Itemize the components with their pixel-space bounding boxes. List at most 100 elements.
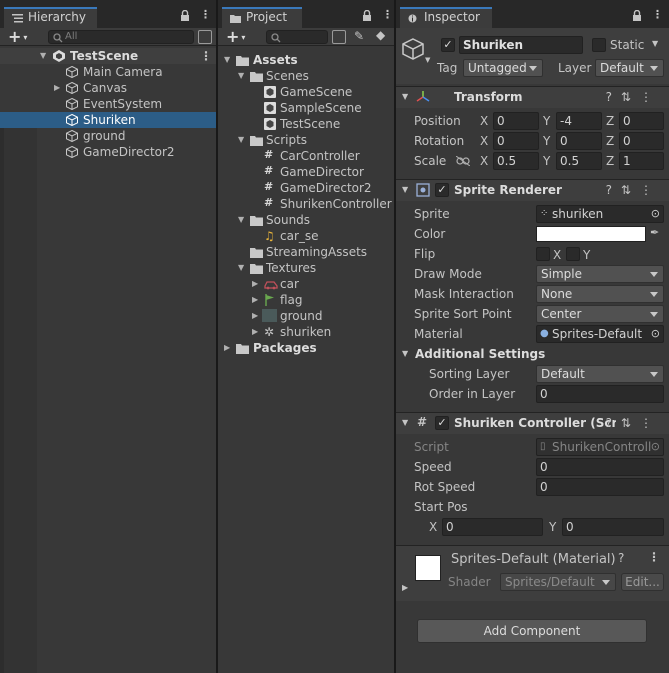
folder-row-sounds[interactable]: ▼ Sounds	[218, 212, 394, 228]
start-pos-x-field[interactable]: 0	[442, 518, 543, 536]
expand-arrow-icon[interactable]: ▶	[54, 80, 60, 96]
speed-field[interactable]: 0	[536, 458, 664, 476]
create-button[interactable]: + ▾	[8, 28, 27, 46]
foldout-arrow-icon[interactable]: ▼	[402, 92, 408, 101]
position-y-field[interactable]: -4	[556, 112, 602, 130]
kebab-menu-icon[interactable]: ⋮	[652, 8, 663, 21]
scene-row[interactable]: ▼ TestScene ⋮	[0, 48, 216, 64]
position-x-field[interactable]: 0	[493, 112, 539, 130]
position-z-field[interactable]: 0	[619, 112, 664, 130]
flip-y-checkbox[interactable]	[566, 247, 580, 261]
rotation-y-field[interactable]: 0	[556, 132, 602, 150]
asset-texture[interactable]: ▶ ground	[218, 308, 394, 324]
expand-arrow-icon[interactable]: ▶	[252, 324, 258, 340]
asset-script[interactable]: # GameDirector2	[218, 180, 394, 196]
layer-dropdown[interactable]: Default	[595, 59, 664, 77]
create-button[interactable]: + ▾	[226, 28, 245, 46]
static-dropdown-icon[interactable]: ▼	[652, 39, 658, 48]
expand-arrow-icon[interactable]: ▶	[252, 292, 258, 308]
lock-icon[interactable]	[362, 9, 372, 24]
tab-hierarchy[interactable]: Hierarchy	[4, 7, 97, 28]
link-scale-icon[interactable]	[455, 155, 471, 169]
collapse-arrow-icon[interactable]: ▼	[238, 132, 244, 148]
icon-dropdown-icon[interactable]: ▼	[425, 56, 430, 64]
asset-scene[interactable]: SampleScene	[218, 100, 394, 116]
folder-row-packages[interactable]: ▶ Packages	[218, 340, 394, 356]
axis-z-label[interactable]: Z	[606, 152, 614, 170]
scale-z-field[interactable]: 1	[619, 152, 664, 170]
hierarchy-item-selected[interactable]: Shuriken	[0, 112, 216, 128]
rotation-z-field[interactable]: 0	[619, 132, 664, 150]
sprite-object-field[interactable]: ⁘ shuriken ⊙	[536, 205, 664, 223]
asset-script[interactable]: # ShurikenController	[218, 196, 394, 212]
scene-visibility-icon[interactable]	[198, 30, 212, 44]
folder-row-scripts[interactable]: ▼ Scripts	[218, 132, 394, 148]
foldout-arrow-icon[interactable]: ▼	[402, 185, 408, 194]
flip-x-checkbox[interactable]	[536, 247, 550, 261]
axis-y-label[interactable]: Y	[543, 112, 550, 130]
object-name-field[interactable]: Shuriken	[459, 36, 583, 54]
additional-settings-label[interactable]: Additional Settings	[415, 345, 545, 363]
object-picker-icon[interactable]: ⊙	[651, 206, 660, 222]
folder-row-assets[interactable]: ▼ Assets	[218, 52, 394, 68]
gameobject-cube-icon[interactable]	[402, 38, 424, 63]
folder-row-textures[interactable]: ▼ Textures	[218, 260, 394, 276]
asset-script[interactable]: # GameDirector	[218, 164, 394, 180]
search-input[interactable]: All	[48, 30, 194, 44]
sprite-renderer-header[interactable]: ▼ ✓ Sprite Renderer ?⇅⋮	[396, 179, 669, 201]
transform-header[interactable]: ▼ Transform ?⇅⋮	[396, 86, 669, 108]
tab-inspector[interactable]: Inspector	[400, 7, 492, 28]
rotation-x-field[interactable]: 0	[493, 132, 539, 150]
sort-point-dropdown[interactable]: Center	[536, 305, 664, 323]
asset-audio[interactable]: ♫ car_se	[218, 228, 394, 244]
expand-arrow-icon[interactable]: ▶	[224, 340, 230, 356]
collapse-arrow-icon[interactable]: ▼	[238, 260, 244, 276]
order-in-layer-field[interactable]: 0	[536, 385, 664, 403]
axis-y-label[interactable]: Y	[543, 152, 550, 170]
search-input[interactable]	[266, 30, 328, 44]
enabled-checkbox[interactable]: ✓	[435, 416, 449, 430]
mask-interaction-dropdown[interactable]: None	[536, 285, 664, 303]
enabled-checkbox[interactable]: ✓	[435, 183, 449, 197]
foldout-arrow-icon[interactable]: ▼	[402, 418, 408, 427]
component-actions[interactable]: ?⇅⋮	[606, 183, 661, 197]
collapse-arrow-icon[interactable]: ▼	[40, 48, 46, 64]
material-object-field[interactable]: ● Sprites-Default ⊙	[536, 325, 664, 343]
kebab-menu-icon[interactable]: ⋮	[200, 8, 211, 21]
eyedropper-icon[interactable]: ✒	[650, 226, 659, 239]
axis-y-label[interactable]: Y	[543, 132, 550, 150]
hierarchy-item[interactable]: Main Camera	[0, 64, 216, 80]
draw-mode-dropdown[interactable]: Simple	[536, 265, 664, 283]
expand-arrow-icon[interactable]: ▶	[252, 308, 258, 324]
tag-icon[interactable]: ◆	[376, 28, 385, 42]
asset-texture[interactable]: ▶ car	[218, 276, 394, 292]
axis-x-label[interactable]: X	[480, 112, 488, 130]
component-actions[interactable]: ?⇅⋮	[606, 416, 661, 430]
folder-row-scenes[interactable]: ▼ Scenes	[218, 68, 394, 84]
folder-row-streaming[interactable]: StreamingAssets	[218, 244, 394, 260]
scale-y-field[interactable]: 0.5	[556, 152, 602, 170]
asset-scene[interactable]: TestScene	[218, 116, 394, 132]
search-by-type-icon[interactable]	[332, 30, 346, 44]
expand-arrow-icon[interactable]: ▶	[252, 276, 258, 292]
axis-x-label[interactable]: X	[480, 132, 488, 150]
collapse-arrow-icon[interactable]: ▼	[238, 68, 244, 84]
script-component-header[interactable]: ▼ # ✓ Shuriken Controller (Scrip ?⇅⋮	[396, 412, 669, 434]
component-actions[interactable]: ?⇅⋮	[606, 90, 661, 104]
kebab-menu-icon[interactable]: ⋮	[382, 8, 393, 21]
start-pos-y-field[interactable]: 0	[562, 518, 664, 536]
asset-texture[interactable]: ▶ flag	[218, 292, 394, 308]
hierarchy-item[interactable]: ▶ Canvas	[0, 80, 216, 96]
scene-menu-icon[interactable]: ⋮	[200, 48, 212, 64]
axis-z-label[interactable]: Z	[606, 132, 614, 150]
add-component-button[interactable]: Add Component	[417, 619, 647, 643]
start-pos-y-label[interactable]: Y	[549, 518, 556, 536]
sorting-layer-dropdown[interactable]: Default	[536, 365, 664, 383]
collapse-arrow-icon[interactable]: ▼	[238, 212, 244, 228]
active-checkbox[interactable]: ✓	[441, 38, 455, 52]
foldout-arrow-icon[interactable]: ▼	[402, 349, 408, 358]
object-picker-icon[interactable]: ⊙	[651, 326, 660, 342]
rot-speed-field[interactable]: 0	[536, 478, 664, 496]
kebab-menu-icon[interactable]: ⋮	[648, 550, 660, 564]
start-pos-x-label[interactable]: X	[429, 518, 437, 536]
